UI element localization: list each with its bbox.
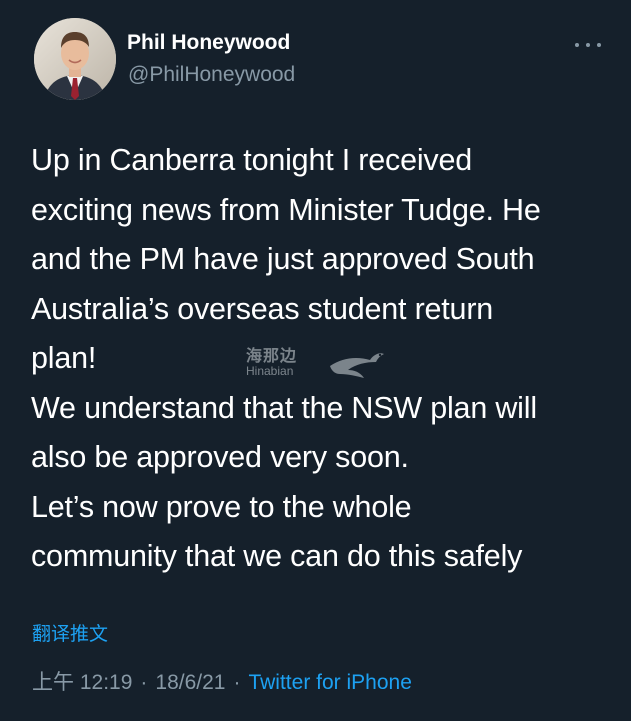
tweet-date[interactable]: 18/6/21 <box>155 671 225 694</box>
tweet-time[interactable]: 上午 12:19 <box>32 671 132 694</box>
tweet-line: Australia’s overseas student return <box>31 291 494 326</box>
more-options-icon[interactable] <box>575 36 601 54</box>
tweet-metadata: 上午 12:19 · 18/6/21 · Twitter for iPhone <box>32 666 412 696</box>
user-handle[interactable]: @PhilHoneywood <box>128 63 295 87</box>
tweet-line: community that we can do this safely <box>31 539 523 573</box>
bird-logo-icon <box>330 353 384 378</box>
tweet-card: Phil Honeywood @PhilHoneywood Up in Canb… <box>0 0 631 721</box>
tweet-line: Up in Canberra tonight I received <box>31 143 472 177</box>
dot <box>575 43 579 47</box>
tweet-line: and the PM have just approved South <box>31 242 535 276</box>
tweet-line: also be approved very soon. <box>31 440 409 474</box>
hinabian-watermark: 海那边 Hinabian <box>240 340 400 382</box>
tweet-line: exciting news from Minister Tudge. He <box>31 192 541 227</box>
tweet-line: We understand that the NSW plan will <box>31 390 537 425</box>
dot <box>597 43 601 47</box>
separator: · <box>140 671 148 694</box>
watermark-english-text: Hinabian <box>246 364 294 378</box>
tweet-line: Let’s now prove to the whole <box>31 489 412 524</box>
tweet-source-link[interactable]: Twitter for iPhone <box>248 671 411 694</box>
profile-photo-icon <box>34 18 116 100</box>
dot <box>586 43 590 47</box>
display-name[interactable]: Phil Honeywood <box>127 31 290 55</box>
translate-tweet-link[interactable]: 翻译推文 <box>32 619 108 646</box>
separator: · <box>233 671 241 694</box>
avatar[interactable] <box>34 18 116 100</box>
watermark-chinese-text: 海那边 <box>246 348 298 365</box>
